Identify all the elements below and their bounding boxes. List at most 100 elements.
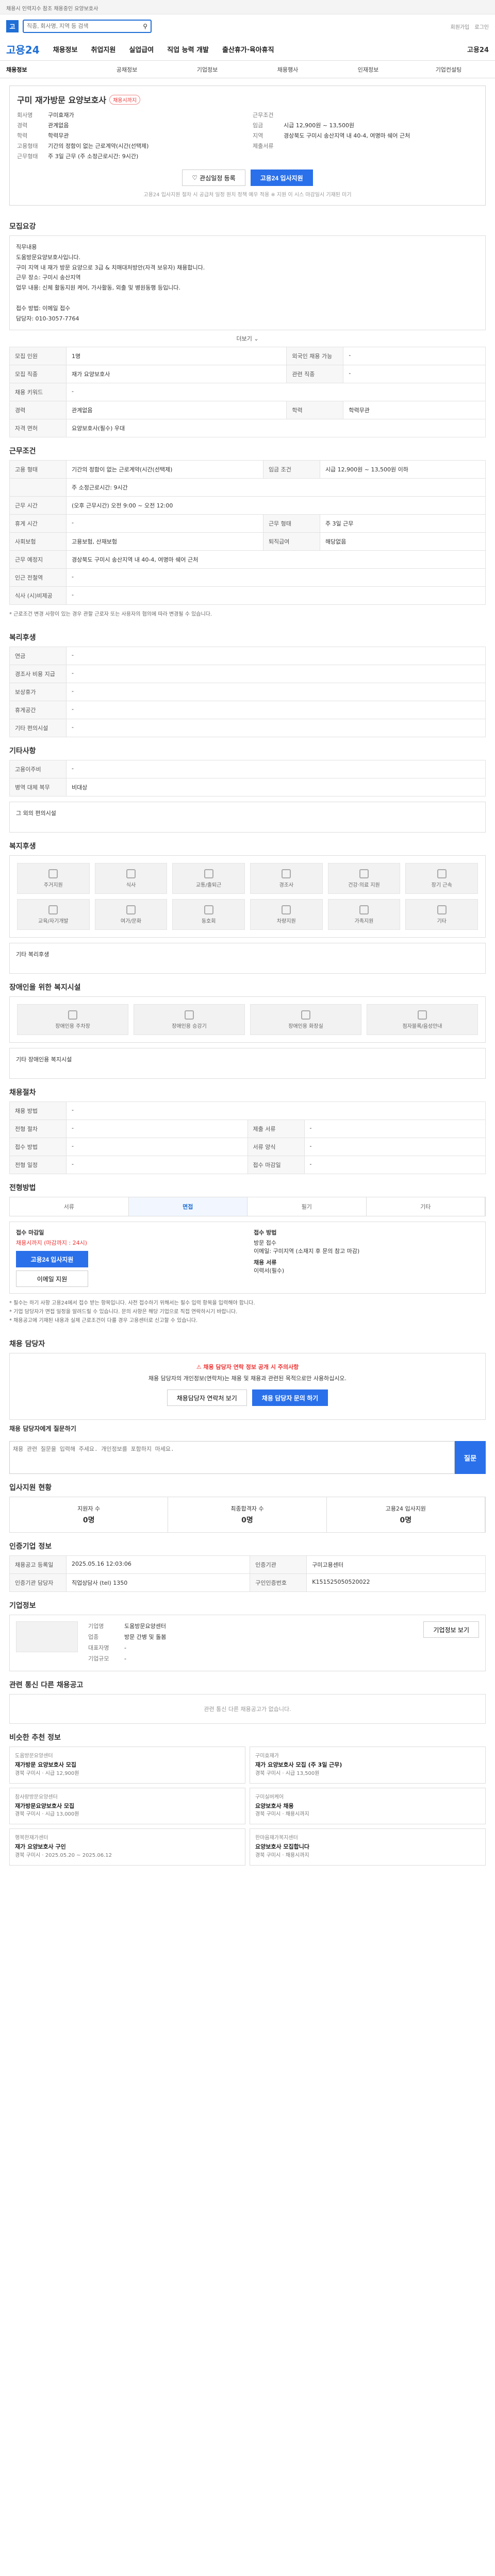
section-title: 복리후생 xyxy=(9,634,36,642)
qa-input[interactable] xyxy=(9,1441,455,1475)
cell-key: 휴게공간 xyxy=(9,701,67,720)
subnav-jobs[interactable]: 채용정보 xyxy=(6,65,87,74)
list-item[interactable]: 구미실버케어 요양보호사 채용 경북 구미시 · 채용시까지 xyxy=(250,1787,486,1825)
kv-value: 학력무관 xyxy=(48,132,69,139)
table-row: 채용 방법 - xyxy=(9,1101,486,1121)
sub-nav: 채용정보 공채정보 기업정보 채용행사 인재정보 기업컨설팅 xyxy=(0,61,495,78)
welfare-label: 경조사 xyxy=(279,882,294,888)
disability-icon-grid: 장애인용 주차장 장애인용 승강기 장애인용 화장실 점자블록/음성안내 xyxy=(9,996,486,1043)
apply-notes: * 필수는 하기 사항 고용24에서 접수 받는 항목입니다. 사전 접수하기 … xyxy=(9,1300,255,1324)
search-icon[interactable]: ⚲ xyxy=(143,23,147,30)
tab-written[interactable]: 필기 xyxy=(248,1197,367,1216)
nav-item-training[interactable]: 직업 능력 개발 xyxy=(167,44,209,54)
table-row: 모집 인원 1명 외국인 채용 가능 - xyxy=(9,347,486,366)
subnav-consult[interactable]: 기업컨설팅 xyxy=(408,65,489,74)
search-box[interactable]: ⚲ xyxy=(23,20,152,33)
top-notice-text: 채용시 인력지수 참조 채용중인 요양보호사 xyxy=(6,6,98,12)
list-item[interactable]: 구미효재가 재가 요양보호사 모집 (주 3일 근무) 경북 구미시 · 시급 13… xyxy=(250,1746,486,1784)
more-button[interactable]: 더보기 ⌄ xyxy=(0,334,495,343)
kv-label: 업종 xyxy=(88,1634,99,1641)
section-title: 전형방법 xyxy=(9,1184,36,1193)
email-apply-button[interactable]: 이메일 지원 xyxy=(16,1270,88,1287)
header-link-login[interactable]: 로그인 xyxy=(474,23,489,30)
kv-label: 기업명 xyxy=(88,1623,104,1630)
cell-key: 인증기관 xyxy=(250,1555,307,1574)
cell-value: 주 3일 근무 xyxy=(319,514,486,533)
section-title: 입사지원 현황 xyxy=(9,1484,52,1493)
deadline-value: 채용시까지 (마감까지 : 24시) xyxy=(16,1240,87,1247)
subnav-public[interactable]: 공채정보 xyxy=(87,65,167,74)
contact-box: ⚠ 채용 담당자 연락 정보 공개 시 주의사항 채용 담당자의 개인정보(연락… xyxy=(9,1353,486,1420)
list-item[interactable]: 한마음재가복지센터 요양보호사 모집합니다 경북 구미시 · 채용시까지 xyxy=(250,1828,486,1866)
cell-value: - xyxy=(66,1101,486,1121)
cell-value: - xyxy=(66,383,486,402)
subnav-company[interactable]: 기업정보 xyxy=(167,65,248,74)
table-row: 채용공고 등록일 2025.05.16 12:03:06 인증기관 구미고용센터 xyxy=(9,1555,486,1574)
cell-key: 병역 대체 복무 xyxy=(9,778,67,797)
rec-company: 구미효재가 xyxy=(255,1753,279,1759)
apply-button[interactable]: 고용24 입사지원 xyxy=(250,170,313,186)
apply-steps: 접수 마감일 채용시까지 (마감까지 : 24시) 고용24 입사지원 이메일 … xyxy=(9,1222,486,1294)
search-input[interactable] xyxy=(27,23,141,29)
cell-key: 고용 형태 xyxy=(9,460,67,479)
nav-mobile[interactable]: 고용24 xyxy=(467,44,489,54)
status-badge: 채용시까지 xyxy=(109,94,141,105)
nav-item-employment-support[interactable]: 취업지원 xyxy=(91,44,116,54)
brand-logo[interactable]: 고용24 xyxy=(6,42,40,57)
apply-method-line: 이메일: 구미지역 (소재지 후 문의 참고 마감) xyxy=(254,1248,360,1255)
tab-documents[interactable]: 서류 xyxy=(10,1197,129,1216)
inquire-button[interactable]: 채용 담당자 문의 하기 xyxy=(252,1389,328,1406)
list-item[interactable]: 행복한재가센터 재가 요양보호사 구인 경북 구미시 · 2025.05.20 ~ … xyxy=(9,1828,245,1866)
list-item[interactable]: 도움방문요양센터 재가방문 요양보호사 모집 경북 구미시 · 시급 12,900원 xyxy=(9,1746,245,1784)
nav-item-leave[interactable]: 출산휴가·육아휴직 xyxy=(222,44,274,54)
welfare-label: 교육/자기개발 xyxy=(38,918,69,924)
subnav-events[interactable]: 채용행사 xyxy=(248,65,328,74)
table-row: 경조사 비용 지급 - xyxy=(9,665,486,684)
welfare-item: 경조사 xyxy=(250,863,323,894)
nav-item-jobs[interactable]: 채용정보 xyxy=(53,44,78,54)
job-description: 직무내용 도움방문요양보호사입니다. 구미 지역 내 재가 방문 요양으로 3급… xyxy=(9,235,486,331)
list-item[interactable]: 참사랑방문요양센터 재가방문요양보호사 모집 경북 구미시 · 시급 13,000원 xyxy=(9,1787,245,1825)
save-interest-button[interactable]: ♡ 관심일정 등록 xyxy=(182,170,245,186)
stat-label: 최종합격자 수 xyxy=(230,1505,264,1513)
welfare-item: 교육/자기개발 xyxy=(17,899,90,930)
header-link-signup[interactable]: 회원가입 xyxy=(451,23,470,30)
cell-key xyxy=(9,478,67,497)
welfare-label: 건강·의료 지원 xyxy=(348,882,380,888)
table-row: 전형 일정 - 접수 마감일 - xyxy=(9,1156,486,1175)
tab-etc[interactable]: 기타 xyxy=(367,1197,485,1216)
cell-key: 보상휴가 xyxy=(9,683,67,702)
bottom-spacer xyxy=(0,1866,495,1881)
house-icon xyxy=(48,869,58,878)
qa-submit-button[interactable]: 질문 xyxy=(455,1441,486,1475)
apply-button-2[interactable]: 고용24 입사지원 xyxy=(16,1251,88,1268)
cell-key: 전형 일정 xyxy=(9,1156,67,1175)
tab-interview[interactable]: 면접 xyxy=(128,1197,248,1216)
cell-key: 제출 서류 xyxy=(247,1120,305,1139)
table-row: 경력 관계없음 학력 학력무관 xyxy=(9,401,486,420)
cell-key: 인증기관 담당자 xyxy=(9,1573,67,1592)
subnav-talent[interactable]: 인재정보 xyxy=(328,65,408,74)
table-row: 근무 시간 (오후 근무시간) 오전 9:00 ~ 오전 12:00 xyxy=(9,496,486,515)
cell-value: K151525050520022 xyxy=(306,1573,486,1592)
kv-value: 구미효재가 xyxy=(48,112,74,118)
rec-title: 재가방문요양보호사 모집 xyxy=(15,1802,75,1809)
company-info-button[interactable]: 기업정보 보기 xyxy=(423,1621,479,1638)
conditions-note: * 근로조건 변경 사항이 있는 경우 관할 근로자 또는 사용자의 협의에 따… xyxy=(9,612,212,618)
logo[interactable]: 고 xyxy=(6,20,19,32)
view-contact-button[interactable]: 채용담당자 연락처 보기 xyxy=(167,1389,247,1406)
medal-icon xyxy=(437,869,447,878)
stat-item: 고용24 입사지원 0명 xyxy=(327,1497,485,1533)
section-title: 비슷한 추천 정보 xyxy=(9,1733,61,1742)
disability-item: 장애인용 주차장 xyxy=(17,1004,128,1036)
rec-title: 재가 요양보호사 모집 (주 3일 근무) xyxy=(255,1761,342,1768)
cell-value: - xyxy=(66,514,263,533)
cell-value: 1명 xyxy=(65,347,287,366)
cell-value: - xyxy=(304,1120,486,1139)
nav-item-unemployment[interactable]: 실업급여 xyxy=(129,44,154,54)
welfare-label: 동호회 xyxy=(201,918,216,924)
braille-icon xyxy=(418,1010,427,1020)
welfare-label: 주거지원 xyxy=(43,882,63,888)
disability-label: 점자블록/음성안내 xyxy=(402,1023,442,1029)
cell-key: 접수 방법 xyxy=(9,1138,67,1157)
